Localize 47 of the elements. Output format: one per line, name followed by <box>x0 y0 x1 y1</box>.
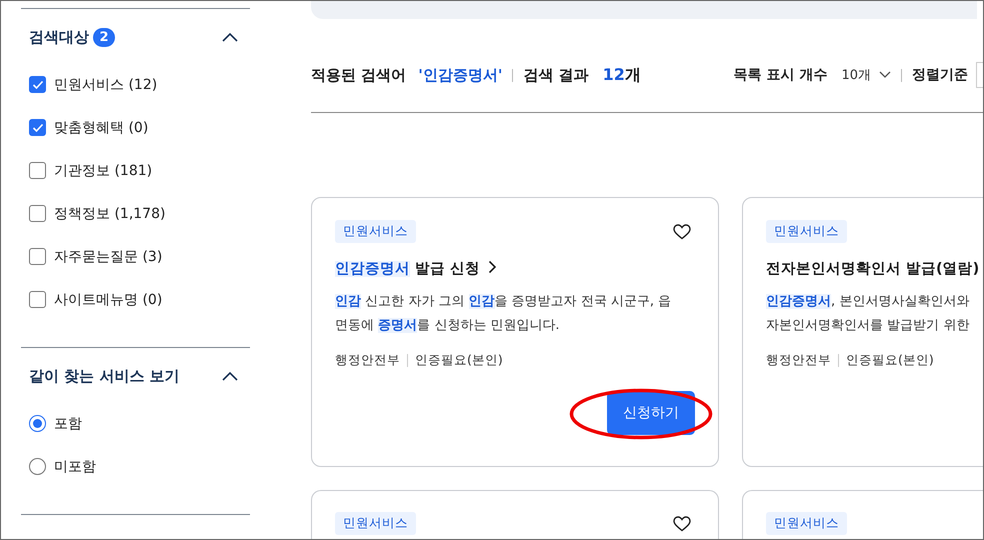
checkbox[interactable] <box>29 76 46 93</box>
option-label: 민원서비스 (12) <box>54 76 158 94</box>
option-label: 정책정보 (1,178) <box>54 204 166 222</box>
category-tag: 민원서비스 <box>766 512 847 535</box>
sort-label: 정렬기준 <box>912 66 968 84</box>
option-label: 사이트메뉴명 (0) <box>54 290 162 308</box>
meta-text: 인증필요(본인) <box>415 352 503 369</box>
meta-text: 인증필요(본인) <box>846 352 934 369</box>
filter-section-title: 같이 찾는 서비스 보기 <box>29 366 180 386</box>
chevron-icon[interactable] <box>222 32 238 42</box>
card-description: 인감증명서, 본인서명사실확인서와 자본인서명확인서를 발급받기 위한 <box>766 293 970 335</box>
category-tag: 민원서비스 <box>335 220 416 243</box>
meta-text: 행정안전부 <box>766 352 831 369</box>
apply-button[interactable]: 신청하기 <box>607 391 695 435</box>
query-label: 적용된 검색어 <box>311 66 406 84</box>
checkbox[interactable] <box>29 119 46 136</box>
heart-icon[interactable] <box>673 224 691 240</box>
checkbox[interactable] <box>29 162 46 179</box>
heart-icon[interactable] <box>673 516 691 532</box>
category-tag: 민원서비스 <box>766 220 847 243</box>
option-label: 포함 <box>54 414 82 432</box>
page-size-label: 목록 표시 개수 <box>734 66 828 84</box>
card-description: 인감 신고한 자가 그의 인감을 증명받고자 전국 시군구, 읍 면동에 증명서를 신청하는 민원입니다. <box>335 293 672 335</box>
checkbox[interactable] <box>29 205 46 222</box>
page-size-dropdown[interactable]: 10개 <box>841 66 891 84</box>
card-title[interactable]: 인감증명서 발급 신청 <box>335 259 695 278</box>
option-label: 기관정보 (181) <box>54 162 152 180</box>
result-count: 12개 <box>602 64 641 86</box>
option-label: 자주묻는질문 (3) <box>54 248 162 266</box>
option-label: 미포함 <box>54 458 96 476</box>
chevron-right-icon[interactable] <box>488 260 498 274</box>
category-tag: 민원서비스 <box>335 512 416 535</box>
card-title[interactable]: 전자본인서명확인서 발급(열람) <box>766 259 983 278</box>
radio-button[interactable] <box>29 415 46 432</box>
search-query: '인감증명서' <box>418 66 502 84</box>
filter-section-title: 검색대상 <box>29 28 89 46</box>
checkbox[interactable] <box>29 248 46 265</box>
radio-button[interactable] <box>29 458 46 475</box>
checkbox[interactable] <box>29 291 46 308</box>
count-badge: 2 <box>93 28 115 46</box>
checkmark-icon <box>32 80 44 90</box>
chevron-icon[interactable] <box>222 371 238 381</box>
chevron-down-icon[interactable] <box>879 71 891 79</box>
option-label: 맞춤형혜택 (0) <box>54 118 148 136</box>
checkmark-icon <box>32 122 44 132</box>
result-label: 검색 결과 <box>523 66 589 84</box>
meta-text: 행정안전부 <box>335 352 400 369</box>
